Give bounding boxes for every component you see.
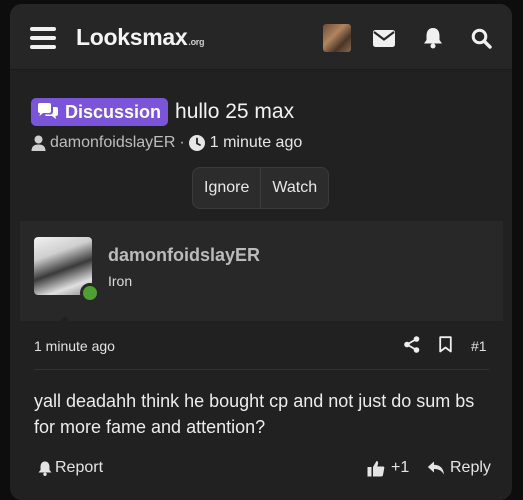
bookmark-icon[interactable]	[439, 336, 452, 358]
reply-button[interactable]: Reply	[427, 459, 491, 477]
post-time[interactable]: 1 minute ago	[34, 338, 115, 354]
clock-icon	[188, 135, 205, 151]
thread-title: hullo 25 max	[175, 100, 295, 123]
account-avatar[interactable]	[323, 24, 351, 52]
post-username[interactable]: damonfoidslayER	[108, 245, 260, 266]
meta-separator: ·	[179, 134, 185, 151]
logo-text: Looksmax	[76, 24, 188, 50]
report-button[interactable]: Report	[38, 459, 103, 477]
thread-time[interactable]: 1 minute ago	[210, 134, 303, 152]
thread-title-row: Discussion hullo 25 max	[31, 98, 294, 126]
ignore-button[interactable]: Ignore	[193, 168, 260, 208]
reply-label: Reply	[450, 459, 491, 476]
reply-arrow-icon	[427, 461, 444, 475]
bell-icon[interactable]	[419, 24, 447, 52]
logo-suffix: .org	[188, 37, 205, 47]
site-logo[interactable]: Looksmax.org	[76, 24, 204, 51]
post-divider	[34, 369, 489, 370]
report-label: Report	[55, 459, 104, 476]
prefix-label: Discussion	[65, 101, 162, 122]
inbox-envelope-icon[interactable]	[370, 24, 398, 52]
post-user-block: damonfoidslayER Iron	[20, 221, 503, 321]
top-navbar: Looksmax.org	[10, 4, 512, 70]
chat-bubbles-icon	[38, 103, 58, 119]
search-icon[interactable]	[467, 24, 495, 52]
user-block-pointer	[55, 316, 75, 326]
user-title: Iron	[108, 273, 133, 289]
prefix-badge[interactable]: Discussion	[31, 98, 169, 126]
thumbs-up-icon	[367, 460, 385, 476]
user-icon	[31, 135, 46, 151]
thread-author[interactable]: damonfoidslayER	[50, 134, 175, 152]
like-count: +1	[391, 459, 410, 476]
bell-icon	[38, 461, 52, 476]
share-icon[interactable]	[404, 336, 420, 358]
post-number-link[interactable]: #1	[471, 338, 487, 354]
menu-icon[interactable]	[30, 27, 56, 49]
page-frame: Looksmax.org Discussion hullo 25 max dam…	[10, 4, 512, 500]
online-status-indicator	[80, 283, 100, 303]
like-button[interactable]: +1	[367, 459, 409, 477]
watch-button[interactable]: Watch	[260, 168, 328, 208]
thread-meta: damonfoidslayER · 1 minute ago	[31, 134, 302, 152]
post-body: yall deadahh think he bought cp and not …	[34, 391, 475, 437]
thread-action-buttons: Ignore Watch	[192, 167, 330, 209]
